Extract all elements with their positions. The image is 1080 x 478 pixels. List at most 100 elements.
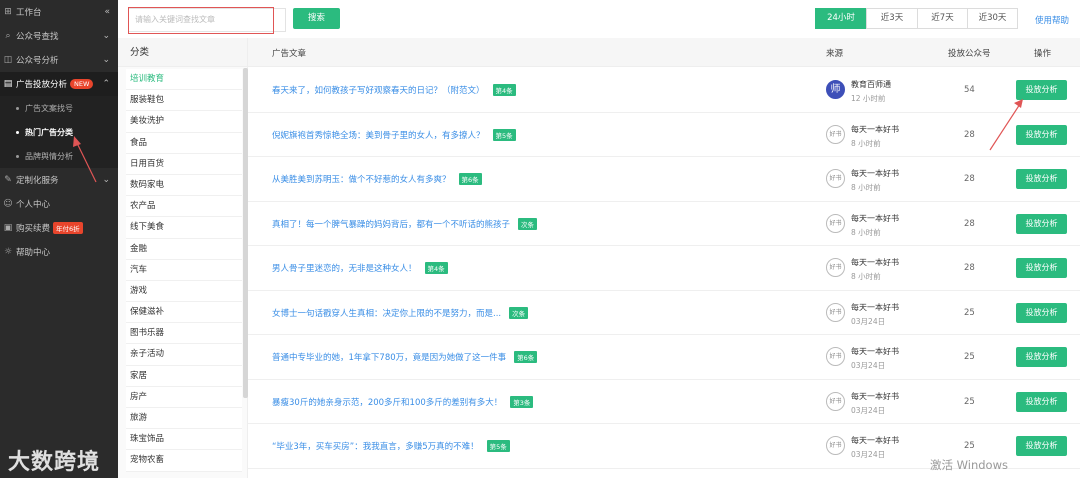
source-name[interactable]: 每天一本好书 bbox=[851, 124, 899, 135]
category-item[interactable]: 汽车 bbox=[126, 259, 242, 281]
sidebar-item-profile[interactable]: ☺ 个人中心 bbox=[0, 192, 118, 216]
sidebar-item-account-analysis[interactable]: ◫ 公众号分析 ⌄ bbox=[0, 48, 118, 72]
range-3d-button[interactable]: 近3天 bbox=[866, 8, 918, 29]
analyze-button[interactable]: 投放分析 bbox=[1016, 347, 1067, 367]
table-row: 倪妮旗袍首秀惊艳全场：美到骨子里的女人，有多撩人？ 第5条 好书 每天一本好书 8 小时… bbox=[248, 113, 1080, 157]
article-title-link[interactable]: 暴瘦30斤的她亲身示范，200多斤和100多斤的差别有多大！ 第3条 bbox=[272, 395, 534, 408]
new-badge: NEW bbox=[70, 79, 94, 89]
range-7d-button[interactable]: 近7天 bbox=[917, 8, 968, 29]
position-tag: 第6条 bbox=[514, 351, 538, 363]
category-item[interactable]: 宠物农畜 bbox=[126, 450, 242, 472]
help-link[interactable]: 使用帮助 bbox=[1035, 14, 1069, 26]
analyze-button[interactable]: 投放分析 bbox=[1016, 169, 1067, 189]
sidebar-subitem-ad-copy-search[interactable]: 广告文案找号 bbox=[0, 96, 118, 120]
position-tag: 第5条 bbox=[486, 440, 510, 452]
magnify-icon: ⌕ bbox=[5, 31, 11, 41]
windows-activation-text: 激活 Windows bbox=[930, 458, 1008, 472]
sidebar-item-help[interactable]: ☼ 帮助中心 bbox=[0, 240, 118, 264]
position-tag: 次条 bbox=[509, 306, 529, 319]
category-item[interactable]: 保健滋补 bbox=[126, 302, 242, 324]
category-item[interactable]: 农产品 bbox=[126, 196, 242, 218]
analyze-button[interactable]: 投放分析 bbox=[1016, 213, 1067, 234]
sidebar-item-dashboard[interactable]: ⊞ 工作台 « bbox=[0, 0, 118, 24]
source-name[interactable]: 教育百师通 bbox=[851, 79, 891, 90]
source-name[interactable]: 每天一本好书 bbox=[851, 346, 899, 357]
search-input[interactable]: 请输入关键词查找文章 bbox=[128, 8, 286, 32]
category-item[interactable]: 金融 bbox=[126, 238, 242, 260]
article-title[interactable]: 暴瘦30斤的她亲身示范，200多斤和100多斤的差别有多大！ bbox=[272, 398, 502, 408]
article-title[interactable]: 春天来了，如何教孩子写好观察春天的日记？（附范文） bbox=[272, 86, 485, 96]
article-title-link[interactable]: 男人骨子里迷恋的，无非是这种女人！ 第4条 bbox=[272, 262, 448, 274]
collapse-icon[interactable]: « bbox=[104, 7, 110, 17]
cart-icon: ▣ bbox=[3, 223, 13, 233]
category-item[interactable]: 游戏 bbox=[126, 280, 242, 303]
article-title[interactable]: “毕业3年，买车买房”：我我直言，多赚5万真的不难！ bbox=[272, 442, 479, 452]
article-title[interactable]: 从美胜美到苏明玉：做个不好惹的女人有多爽？ bbox=[272, 175, 451, 185]
range-30d-button[interactable]: 近30天 bbox=[967, 8, 1018, 29]
sidebar-item-purchase[interactable]: ▣ 购买续费 年付6折 bbox=[0, 216, 118, 240]
article-title-link[interactable]: 从美胜美到苏明玉：做个不好惹的女人有多爽？ 第6条 bbox=[272, 173, 482, 185]
source-name[interactable]: 每天一本好书 bbox=[851, 257, 899, 268]
ad-icon: ▤ bbox=[3, 79, 13, 89]
source-name[interactable]: 每天一本好书 bbox=[851, 302, 899, 313]
analyze-button[interactable]: 投放分析 bbox=[1016, 391, 1067, 412]
analyze-button[interactable]: 投放分析 bbox=[1016, 436, 1067, 456]
category-item[interactable]: 线下美食 bbox=[126, 217, 242, 239]
article-title[interactable]: 男人骨子里迷恋的，无非是这种女人！ bbox=[272, 264, 417, 274]
article-title-link[interactable]: 倪妮旗袍首秀惊艳全场：美到骨子里的女人，有多撩人？ 第5条 bbox=[272, 128, 516, 141]
article-title-link[interactable]: 普通中专毕业的她，1年拿下780万，竟是因为她做了这一件事 第6条 bbox=[272, 351, 538, 363]
source-name[interactable]: 每天一本好书 bbox=[851, 391, 899, 402]
account-count: 28 bbox=[964, 218, 975, 229]
table-row: 真相了！每一个脾气暴躁的妈妈背后，都有一个不听话的熊孩子 次条 好书 每天一本好书 8 … bbox=[248, 202, 1080, 246]
article-title[interactable]: 普通中专毕业的她，1年拿下780万，竟是因为她做了这一件事 bbox=[272, 353, 506, 363]
category-item[interactable]: 家居 bbox=[126, 365, 242, 387]
source-avatar: 好书 bbox=[826, 169, 845, 188]
table-row: 春天来了，如何教孩子写好观察春天的日记？（附范文） 第4条 师教育百师通 12 小时前… bbox=[248, 68, 1080, 113]
range-24h-button[interactable]: 24小时 bbox=[815, 8, 867, 29]
account-count: 25 bbox=[964, 352, 975, 362]
article-title-link[interactable]: 女博士一句话戳穿人生真相：决定你上限的不是努力，而是... 次条 bbox=[272, 306, 529, 319]
source-avatar: 好书 bbox=[826, 124, 845, 144]
category-item[interactable]: 图书乐器 bbox=[126, 323, 242, 345]
article-title-link[interactable]: “毕业3年，买车买房”：我我直言，多赚5万真的不难！ 第5条 bbox=[272, 440, 510, 452]
article-title-link[interactable]: 真相了！每一个脾气暴躁的妈妈背后，都有一个不听话的熊孩子 次条 bbox=[272, 217, 538, 230]
search-button[interactable]: 搜索 bbox=[293, 8, 340, 29]
category-item[interactable]: 日用百货 bbox=[126, 153, 242, 175]
article-title[interactable]: 女博士一句话戳穿人生真相：决定你上限的不是努力，而是... bbox=[272, 309, 501, 319]
category-item[interactable]: 珠宝饰品 bbox=[126, 429, 242, 451]
source-name[interactable]: 每天一本好书 bbox=[851, 435, 899, 446]
col-source-header: 来源 bbox=[826, 49, 844, 59]
article-title-link[interactable]: 春天来了，如何教孩子写好观察春天的日记？（附范文） 第4条 bbox=[272, 84, 516, 96]
sidebar-subitem-hot-ad-category[interactable]: 热门广告分类 bbox=[0, 120, 118, 144]
article-title[interactable]: 倪妮旗袍首秀惊艳全场：美到骨子里的女人，有多撩人？ bbox=[272, 131, 485, 141]
source-time: 03月24日 bbox=[851, 316, 886, 326]
analyze-button[interactable]: 投放分析 bbox=[1016, 124, 1067, 145]
category-item[interactable]: 亲子活动 bbox=[126, 344, 242, 366]
analyze-button[interactable]: 投放分析 bbox=[1016, 80, 1067, 100]
category-item[interactable]: 数码家电 bbox=[126, 174, 242, 197]
analyze-button[interactable]: 投放分析 bbox=[1016, 302, 1067, 323]
category-item[interactable]: 美妆洗护 bbox=[126, 111, 242, 133]
category-item[interactable]: 食品 bbox=[126, 132, 242, 154]
source-avatar: 好书 bbox=[826, 347, 845, 366]
sidebar-item-account-search[interactable]: ⌕ 公众号查找 ⌄ bbox=[0, 24, 118, 48]
analyze-button[interactable]: 投放分析 bbox=[1016, 258, 1067, 278]
category-item[interactable]: 培训教育 bbox=[126, 69, 242, 91]
bulb-icon: ☼ bbox=[3, 247, 13, 257]
article-title[interactable]: 真相了！每一个脾气暴躁的妈妈背后，都有一个不听话的熊孩子 bbox=[272, 220, 510, 230]
category-header: 分类 bbox=[118, 38, 247, 67]
category-item[interactable]: 旅游 bbox=[126, 408, 242, 430]
sidebar-item-custom-service[interactable]: ✎ 定制化服务 ⌄ bbox=[0, 168, 118, 192]
category-item[interactable]: 房产 bbox=[126, 386, 242, 408]
table-row: 女博士一句话戳穿人生真相：决定你上限的不是努力，而是... 次条 好书 每天一本好书 0… bbox=[248, 291, 1080, 335]
grid-icon: ⊞ bbox=[4, 7, 12, 17]
sidebar-item-ad-analysis[interactable]: ▤ 广告投放分析 NEW ⌃ bbox=[0, 72, 118, 96]
source-name[interactable]: 每天一本好书 bbox=[851, 168, 899, 179]
account-count: 25 bbox=[964, 396, 975, 407]
sidebar-subitem-brand-sentiment[interactable]: 品牌舆情分析 bbox=[0, 144, 118, 168]
chevron-down-icon: ⌄ bbox=[102, 31, 110, 41]
source-time: 03月24日 bbox=[851, 361, 886, 370]
table-row: 普通中专毕业的她，1年拿下780万，竟是因为她做了这一件事 第6条 好书 每天一本好书… bbox=[248, 335, 1080, 380]
source-name[interactable]: 每天一本好书 bbox=[851, 213, 899, 224]
category-item[interactable]: 服装鞋包 bbox=[126, 90, 242, 112]
